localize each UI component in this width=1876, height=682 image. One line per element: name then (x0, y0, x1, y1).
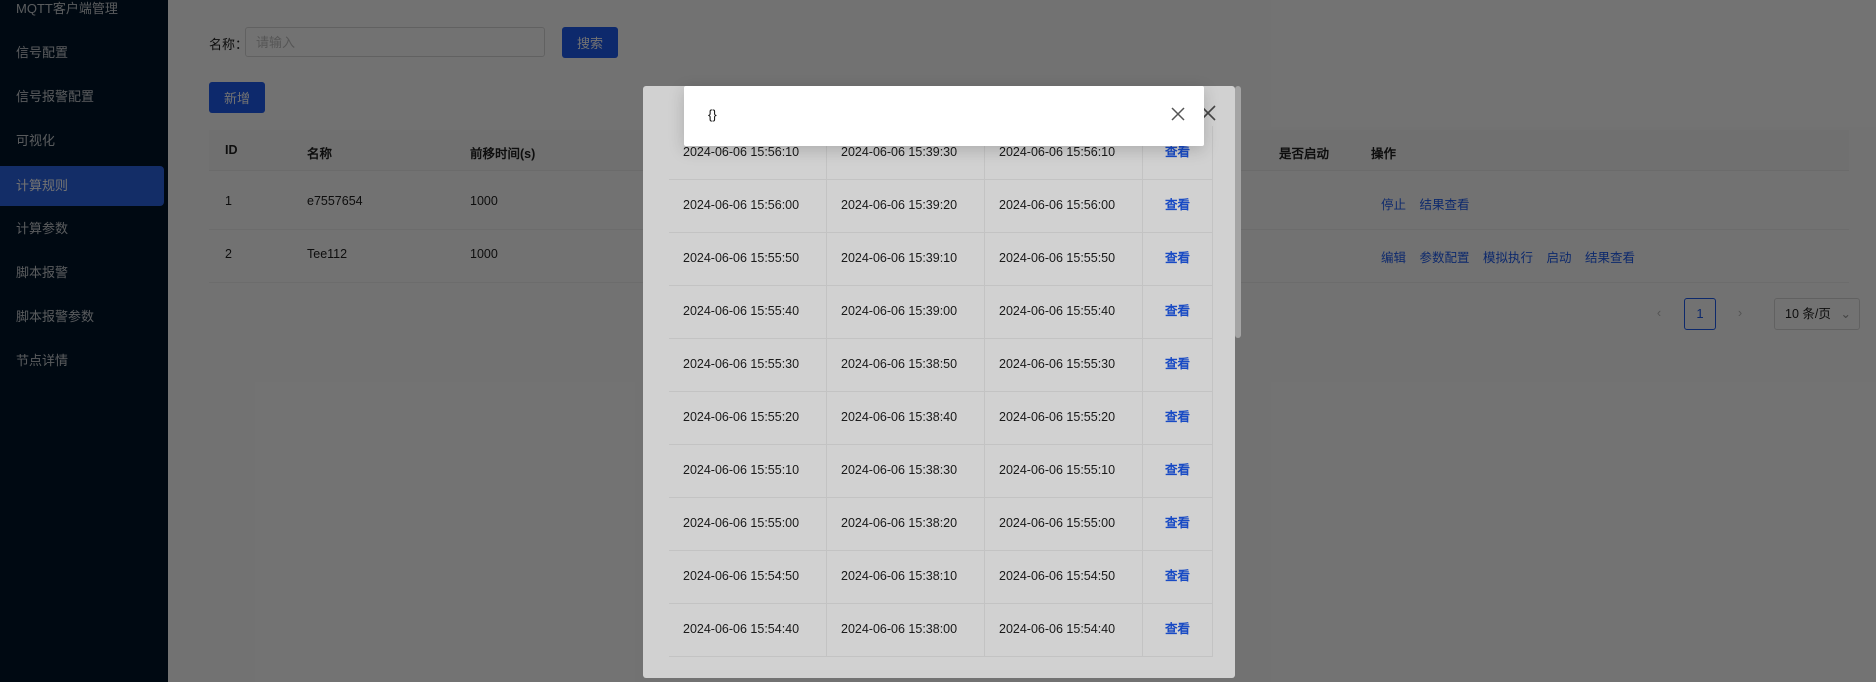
detail-modal: {} (684, 86, 1204, 146)
close-icon[interactable] (1168, 104, 1188, 124)
detail-content: {} (708, 107, 717, 122)
